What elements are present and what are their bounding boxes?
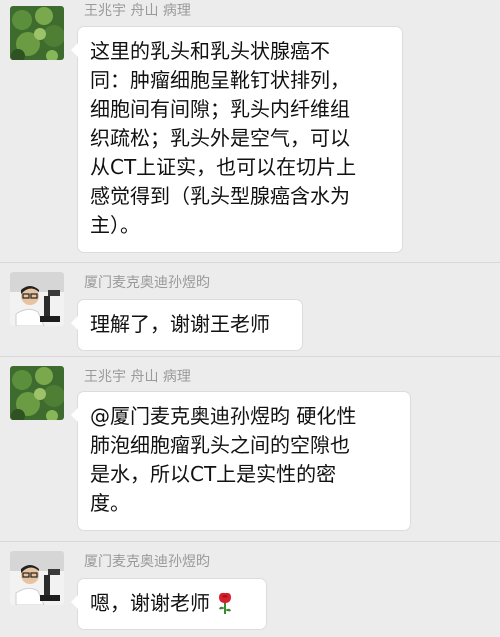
message-line: 嗯，谢谢老师 <box>90 589 254 622</box>
message-line: 理解了，谢谢王老师 <box>90 312 270 336</box>
message-line: 这里的乳头和乳头状腺癌不 <box>90 39 330 63</box>
rose-emoji-icon <box>216 592 234 622</box>
sender-name: 厦门麦克奥迪孙煜昀 <box>84 275 210 291</box>
message-divider <box>0 356 500 357</box>
message-line: 度。 <box>90 491 130 515</box>
message-bubble[interactable]: 这里的乳头和乳头状腺癌不 同：肿瘤细胞呈靴钉状排列， 细胞间有间隙；乳头内纤维组… <box>71 27 402 252</box>
avatar-foliage-icon[interactable] <box>10 366 64 420</box>
message-line: 织疏松；乳头外是空气，可以 <box>90 126 350 150</box>
message-bubble[interactable]: 嗯，谢谢老师 <box>71 579 266 629</box>
sender-name: 王兆宇 舟山 病理 <box>84 3 191 19</box>
message-line: 细胞间有间隙；乳头内纤维组 <box>90 97 350 121</box>
sender-name: 厦门麦克奥迪孙煜昀 <box>84 554 210 570</box>
message-line: 感觉得到（乳头型腺癌含水为 <box>90 184 350 208</box>
message-line: 从CT上证实，也可以在切片上 <box>90 155 357 179</box>
message-divider <box>0 262 500 263</box>
message-line: 是水，所以CT上是实性的密 <box>90 462 337 486</box>
avatar-microscope-man-icon[interactable] <box>10 551 64 605</box>
message-line: 同：肿瘤细胞呈靴钉状排列， <box>90 68 350 92</box>
message-bubble[interactable]: @厦门麦克奥迪孙煜昀 硬化性 肺泡细胞瘤乳头之间的空隙也 是水，所以CT上是实性… <box>71 392 410 530</box>
message-bubble[interactable]: 理解了，谢谢王老师 <box>71 300 302 350</box>
avatar-microscope-man-icon[interactable] <box>10 272 64 326</box>
message-line: @厦门麦克奥迪孙煜昀 硬化性 <box>90 404 357 428</box>
sender-name: 王兆宇 舟山 病理 <box>84 369 191 385</box>
message-line: 主）。 <box>90 213 140 237</box>
avatar-foliage-icon[interactable] <box>10 6 64 60</box>
message-text: 嗯，谢谢老师 <box>90 591 210 615</box>
message-divider <box>0 541 500 542</box>
message-line: 肺泡细胞瘤乳头之间的空隙也 <box>90 433 350 457</box>
